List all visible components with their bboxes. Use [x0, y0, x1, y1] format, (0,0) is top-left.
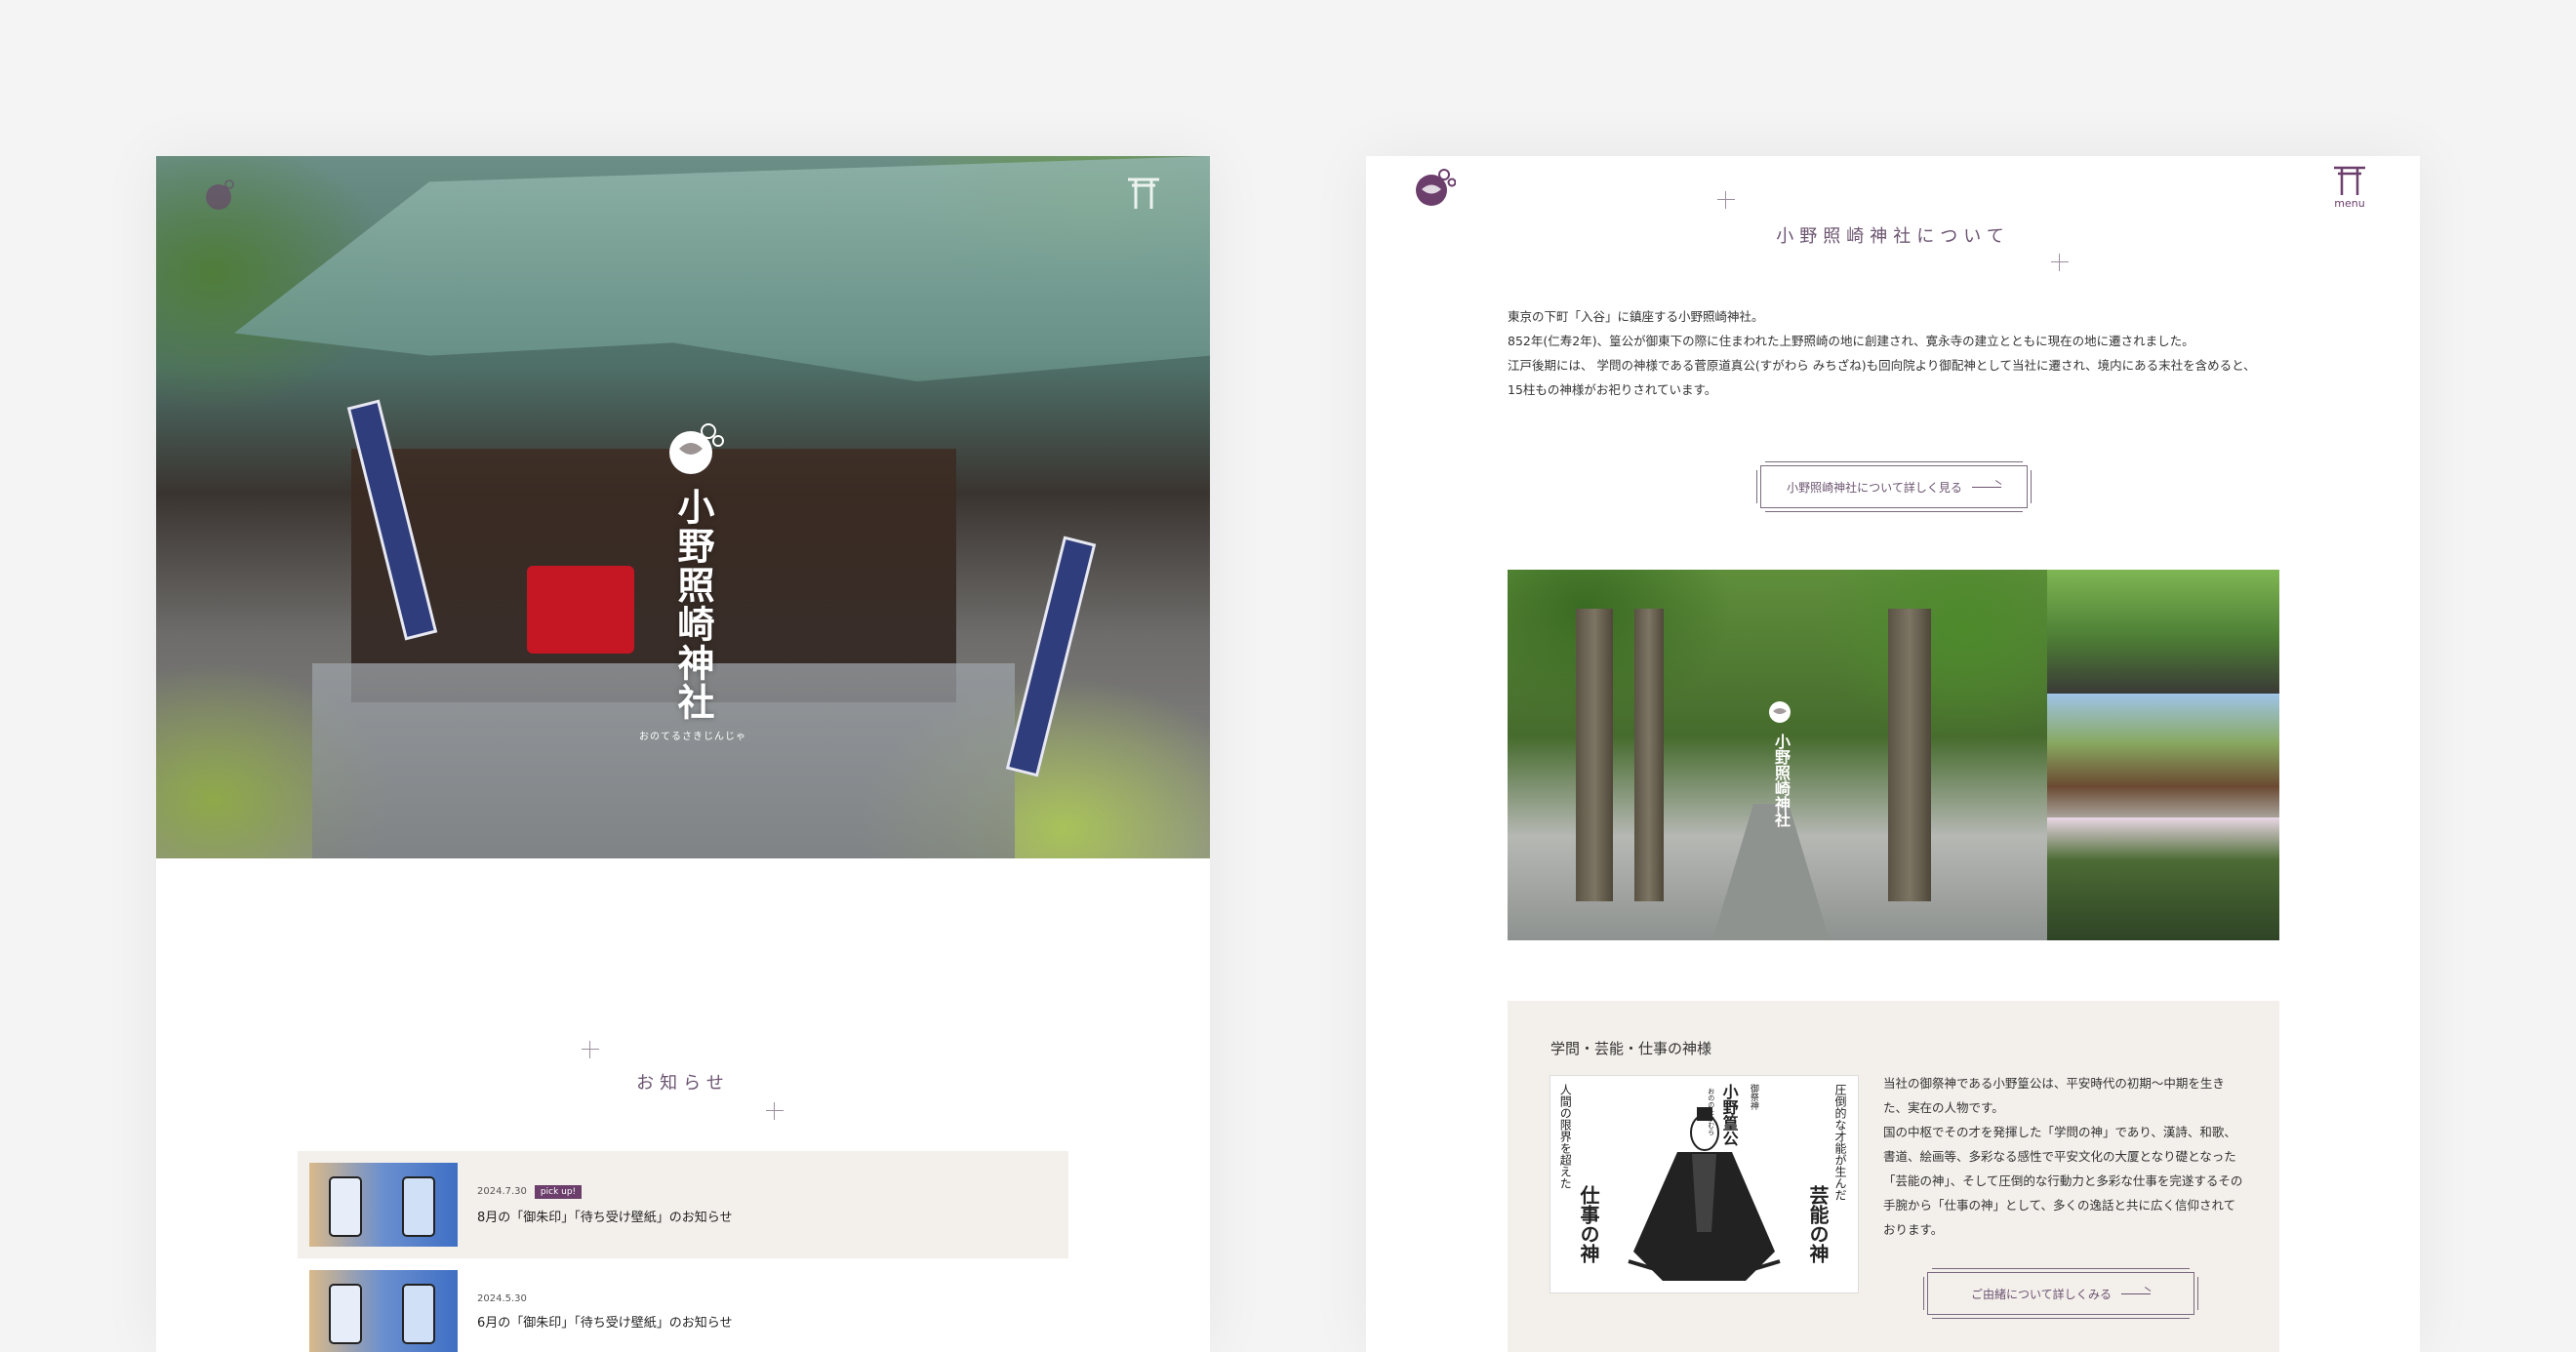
- hero-logo: 小野照崎神社 おのてるさきじんじゃ: [634, 419, 751, 742]
- header-crest-icon[interactable]: [1413, 166, 1456, 209]
- phone-mockup: [329, 1284, 362, 1344]
- hero-logo-name: 小野照崎神社: [671, 488, 715, 722]
- hero-offering-box: [527, 566, 634, 654]
- phone-mockup: [402, 1176, 435, 1237]
- about-paragraph: 852年(仁寿2年)、篁公が御東下の際に住まわれた上野照崎の地に創建され、寛永寺…: [1508, 334, 2194, 348]
- illust-right-caption: 圧倒的な才能が生んだ: [1833, 1084, 1847, 1201]
- about-text: 東京の下町「入谷」に鎮座する小野照崎神社。 852年(仁寿2年)、篁公が御東下の…: [1508, 304, 2288, 402]
- deity-section: 学問・芸能・仕事の神様 圧倒的な才能が生んだ 芸能の神 人間の限界を超えた 仕事…: [1508, 1001, 2279, 1352]
- hero-image: 小野照崎神社 おのてるさきじんじゃ: [156, 156, 1210, 858]
- illust-left-heading: 仕事の神: [1577, 1185, 1600, 1263]
- menu-button[interactable]: menu: [2330, 164, 2369, 210]
- hero-banner-right: [1005, 536, 1097, 777]
- about-paragraph: 東京の下町「入谷」に鎮座する小野照崎神社。: [1508, 309, 1764, 324]
- about-section-title: 小野照崎神社について: [1776, 226, 2010, 247]
- title-ornament-top: [582, 1041, 599, 1058]
- gallery-thumb: [2047, 817, 2279, 940]
- news-date: 2024.7.30: [477, 1186, 527, 1197]
- title-ornament-top: [1717, 191, 1735, 209]
- illust-center-name: 小野篁公: [1719, 1084, 1739, 1146]
- right-page-preview: menu 小野照崎神社について 東京の下町「入谷」に鎮座する小野照崎神社。 85…: [1366, 156, 2420, 1352]
- deity-paragraph: 国の中枢でその才を発揮した「学問の神」であり、漢詩、和歌、書道、絵画等、多彩なる…: [1883, 1125, 2243, 1237]
- title-ornament-bottom: [2051, 254, 2069, 271]
- about-detail-button[interactable]: 小野照崎神社について詳しく見る: [1756, 461, 2032, 512]
- crest-icon: [1769, 701, 1791, 723]
- gallery-logo: 小野照崎神社: [1751, 696, 1810, 827]
- history-detail-button-label: ご由緒について詳しくみる: [1970, 1287, 2113, 1301]
- news-title[interactable]: 6月の「御朱印」「待ち受け壁紙」のお知らせ: [477, 1312, 733, 1331]
- history-detail-button[interactable]: ご由緒について詳しくみる: [1923, 1268, 2198, 1319]
- title-ornament-bottom: [766, 1102, 784, 1120]
- news-item[interactable]: 2024.5.30 6月の「御朱印」「待ち受け壁紙」のお知らせ: [298, 1258, 1068, 1352]
- gallery-thumb: [2047, 694, 2279, 817]
- about-paragraph: 15柱もの神様がお祀りされています。: [1508, 382, 1717, 397]
- news-item[interactable]: 2024.7.30 pick up! 8月の「御朱印」「待ち受け壁紙」のお知らせ: [298, 1151, 1068, 1258]
- illust-right-heading: 芸能の神: [1806, 1185, 1830, 1263]
- illust-left-caption: 人間の限界を超えた: [1558, 1084, 1573, 1189]
- gallery-logo-name: 小野照崎神社: [1772, 734, 1791, 827]
- header-crest-icon[interactable]: [203, 178, 238, 213]
- news-title[interactable]: 8月の「御朱印」「待ち受け壁紙」のお知らせ: [477, 1207, 733, 1225]
- deity-illustration: 圧倒的な才能が生んだ 芸能の神 人間の限界を超えた 仕事の神 御祭神 小野篁公 …: [1550, 1075, 1859, 1293]
- deity-section-title: 学問・芸能・仕事の神様: [1550, 1040, 1712, 1057]
- news-section-title: お知らせ: [636, 1073, 730, 1094]
- torii-icon: [2334, 166, 2365, 195]
- tree-trunk: [1634, 609, 1664, 901]
- left-page-preview: 小野照崎神社 おのてるさきじんじゃ お知らせ 2024.7.30 pick up…: [156, 156, 1210, 1352]
- illust-center-reading: おののたかむら: [1707, 1088, 1715, 1135]
- onono-takamura-figure-icon: [1628, 1107, 1781, 1281]
- about-paragraph: 江戸後期には、 学問の神様である菅原道真公(すがわら みちざね)も回向院より御配…: [1508, 358, 2256, 373]
- phone-mockup: [329, 1176, 362, 1237]
- gallery-thumb: [2047, 570, 2279, 694]
- crest-icon: [669, 423, 724, 474]
- news-thumbnail: [309, 1163, 458, 1247]
- gallery-main-photo: 小野照崎神社: [1508, 570, 2047, 940]
- arrow-right-icon: [1971, 486, 2001, 488]
- phone-mockup: [402, 1284, 435, 1344]
- menu-label: menu: [2334, 197, 2365, 210]
- pickup-badge: pick up!: [534, 1184, 583, 1199]
- tree-trunk: [1888, 609, 1931, 901]
- arrow-right-icon: [2121, 1292, 2152, 1294]
- deity-paragraph: 当社の御祭神である小野篁公は、平安時代の初期～中期を生きた、実在の人物です。: [1883, 1076, 2225, 1115]
- illust-center-label: 御祭神: [1748, 1084, 1758, 1110]
- hero-logo-romaji: おのてるさきじんじゃ: [639, 732, 746, 742]
- news-date: 2024.5.30: [477, 1293, 527, 1304]
- deity-text: 当社の御祭神である小野篁公は、平安時代の初期～中期を生きた、実在の人物です。 国…: [1883, 1071, 2244, 1242]
- news-thumbnail: [309, 1270, 458, 1352]
- about-detail-button-label: 小野照崎神社について詳しく見る: [1787, 480, 1962, 495]
- tree-trunk: [1576, 609, 1613, 901]
- torii-menu-icon[interactable]: [1124, 176, 1163, 211]
